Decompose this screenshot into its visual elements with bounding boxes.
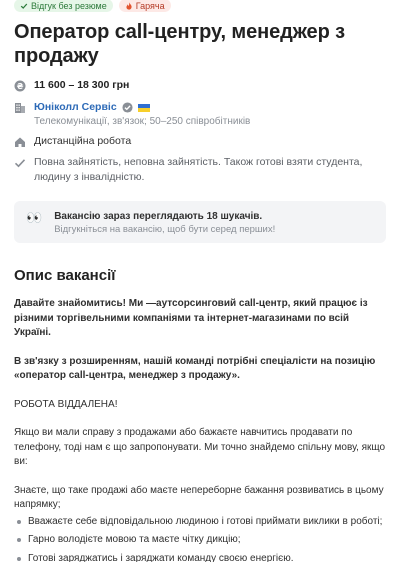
description-offer: Якщо ви мали справу з продажами або бажа… (14, 427, 386, 467)
description-title: Опис вакансії (14, 267, 116, 284)
eyes-icon: 👀 (26, 210, 43, 225)
vacancy-description: Давайте знайомитись! Ми —аутсорсинговий … (14, 297, 386, 562)
description-intro: Давайте знайомитись! Ми —аутсорсинговий … (14, 298, 368, 338)
salary-row: ₴ 11 600 – 18 300 грн (14, 78, 386, 100)
work-format: Дистанційна робота (34, 135, 132, 147)
list-item: Гарно володієте мовою та маєте чітку дик… (14, 533, 386, 548)
views-sub-text: Відгукніться на вакансію, щоб бути серед… (54, 224, 276, 235)
requirements-list: Вважаєте себе відповідальною людиною і г… (14, 515, 386, 562)
svg-text:₴: ₴ (17, 81, 24, 90)
company-row: Юніколл Сервіс Телекомунікації, зв'язок;… (14, 100, 386, 134)
list-item: Вважаєте себе відповідальною людиною і г… (14, 515, 386, 530)
vacancy-page: Відгук без резюме Гаряча Оператор call-ц… (0, 0, 400, 562)
building-icon (15, 102, 25, 113)
description-know: Знаєте, що таке продажі або маєте непере… (14, 484, 384, 511)
vacancy-meta: ₴ 11 600 – 18 300 грн Юніколл Сервіс Тел… (14, 78, 386, 185)
no-resume-tag: Відгук без резюме (14, 0, 113, 12)
hot-tag-label: Гаряча (135, 0, 165, 11)
work-format-row: Дистанційна робота (14, 134, 386, 155)
company-details: Телекомунікації, зв'язок; 50–250 співроб… (34, 116, 251, 127)
views-main-text: Вакансію зараз переглядають 18 шукачів. (54, 211, 263, 222)
page-title: Оператор call-центру, менеджер з продажу (14, 21, 345, 67)
company-link[interactable]: Юніколл Сервіс (34, 100, 117, 115)
money-icon: ₴ (14, 80, 26, 91)
no-resume-tag-label: Відгук без резюме (31, 0, 107, 11)
check-icon (14, 158, 26, 167)
verified-icon (122, 102, 133, 113)
hot-tag: Гаряча (118, 0, 171, 12)
employment-text: Повна зайнятість, неповна зайнятість. Та… (34, 156, 363, 183)
list-item: Готові заряджатись і заряджати команду с… (14, 552, 386, 562)
description-remote: РОБОТА ВІДДАЛЕНА! (14, 398, 118, 410)
salary-value: 11 600 – 18 300 грн (34, 79, 130, 91)
employment-row: Повна зайнятість, неповна зайнятість. Та… (14, 155, 386, 185)
tags-row: Відгук без резюме Гаряча (14, 0, 386, 14)
views-banner: 👀 Вакансію зараз переглядають 18 шукачів… (14, 201, 386, 243)
check-icon (20, 3, 28, 9)
ukraine-flag-icon (137, 103, 150, 112)
description-expansion: В зв'язку з розширенням, нашій команді п… (14, 355, 376, 382)
house-icon (15, 137, 25, 147)
fire-icon (126, 1, 132, 10)
